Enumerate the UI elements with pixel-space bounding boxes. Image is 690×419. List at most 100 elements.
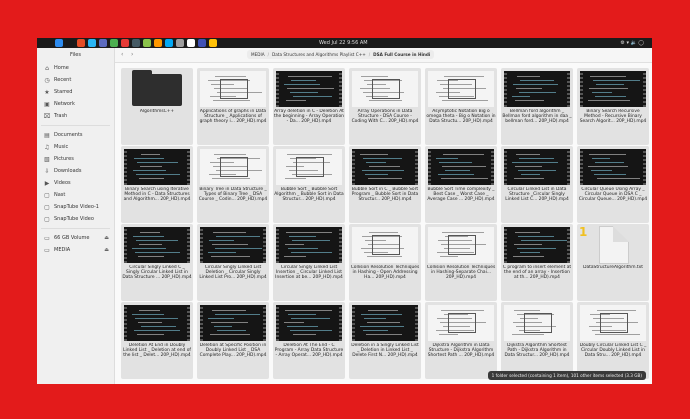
film-strip-edge <box>339 71 342 107</box>
video-file-item[interactable]: Deletion in a Singly Linked List _ Delet… <box>349 302 421 379</box>
dock-app-icon[interactable] <box>66 39 74 47</box>
film-strip-edge <box>263 305 266 341</box>
sidebar-item-home[interactable]: ⌂ Home <box>37 62 114 74</box>
sidebar-item-media[interactable]: ▭ MEDIA ⏏ <box>37 244 114 256</box>
thumbnail-line <box>360 326 404 327</box>
dock-app-icon[interactable] <box>187 39 195 47</box>
video-file-item[interactable]: Binary Search using Iterative Method in … <box>121 146 193 223</box>
sidebar-item-label: Music <box>54 144 69 150</box>
video-file-item[interactable]: Binary Search Recursive Method - Recursi… <box>577 68 649 145</box>
sidebar-item-pictures[interactable]: ▧ Pictures <box>37 153 114 165</box>
thumbnail-line <box>515 166 542 167</box>
back-button[interactable]: ‹ <box>121 51 123 58</box>
video-file-item[interactable]: Bubble Sort _ Bubble Sort Algorithm _ Bu… <box>273 146 345 223</box>
video-file-item[interactable]: Deletion at Specific Position in Doubly … <box>197 302 269 379</box>
video-thumbnail <box>352 227 418 263</box>
dock-app-icon[interactable] <box>143 39 151 47</box>
thumbnail-line <box>216 236 260 237</box>
video-file-item[interactable]: Asymptotic Notation Big o omega theta - … <box>425 68 497 145</box>
eject-icon[interactable]: ⏏ <box>104 235 109 241</box>
dock-app-icon[interactable] <box>77 39 85 47</box>
thumbnail-line <box>361 314 402 315</box>
sidebar-item-nast[interactable]: ▢ Nast <box>37 189 114 201</box>
desktop-screen: Wed Jul 22 9:56 AM ⚙ ▾ 🔉 ◯ Files ⌂ Home ◷ R… <box>37 38 652 384</box>
dock-app-icon[interactable] <box>154 39 162 47</box>
video-file-item[interactable]: Array Operations in Data Structure - DSA… <box>349 68 421 145</box>
forward-button[interactable]: › <box>131 51 133 58</box>
sidebar-item-videos[interactable]: ▶ Videos <box>37 177 114 189</box>
sidebar-item-66-gb-volume[interactable]: ▭ 66 GB Volume ⏏ <box>37 232 114 244</box>
video-thumbnail <box>276 305 342 341</box>
crumb-current[interactable]: DSA Full Course in Hindi <box>373 52 430 57</box>
video-file-item[interactable]: Binary Tree in Data Structure _ Types of… <box>197 146 269 223</box>
video-thumbnail <box>580 149 646 185</box>
sidebar-item-downloads[interactable]: ⇩ Downloads <box>37 165 114 177</box>
file-name: Deletion in a Singly Linked List _ Delet… <box>351 343 419 359</box>
video-file-item[interactable]: Deletion At The End - C Program - Array … <box>273 302 345 379</box>
folder-item[interactable]: AlgorithmsC++ <box>121 68 193 145</box>
system-tray[interactable]: ⚙ ▾ 🔉 ◯ <box>620 40 644 46</box>
video-file-item[interactable]: Dijkstra Algorithm Shortest Path - Dijks… <box>501 302 573 379</box>
dock-app-icon[interactable] <box>198 39 206 47</box>
video-file-item[interactable]: Bubble Sort Time complexity _ Best Case … <box>425 146 497 223</box>
thumbnail-line <box>291 318 330 319</box>
sidebar-icon: ▢ <box>44 215 50 223</box>
thumbnail-line <box>284 256 306 257</box>
video-file-item[interactable]: Bubble Sort in C _ Bubble Sort Program _… <box>349 146 421 223</box>
dock-app-icon[interactable] <box>99 39 107 47</box>
crumb-separator: / <box>267 52 270 57</box>
sidebar-item-recent[interactable]: ◷ Recent <box>37 74 114 86</box>
dock-app-icon[interactable] <box>55 39 63 47</box>
video-file-item[interactable]: Dijkstra Algorithm in Data Structure - D… <box>425 302 497 379</box>
text-file-item[interactable]: 1 DataStructureAlgorithm.txt <box>577 224 649 301</box>
thumbnail-line <box>365 174 388 175</box>
thumbnail-line <box>513 256 544 257</box>
dock-app-icon[interactable] <box>132 39 140 47</box>
file-name: Circular Singly Linked List Insertion _ … <box>275 265 343 281</box>
video-file-item[interactable]: Circular Linked List in Data Structure _… <box>501 146 573 223</box>
video-file-item[interactable]: C program to insert element at the end o… <box>501 224 573 301</box>
dock-app-icon[interactable] <box>121 39 129 47</box>
film-strip-edge <box>491 149 494 185</box>
thumbnail-line <box>516 88 542 89</box>
dock-app-icon[interactable] <box>110 39 118 47</box>
video-file-item[interactable]: Bellman ford algorithm _ Bellman ford al… <box>501 68 573 145</box>
video-file-item[interactable]: Circular Singly Linked C _ Singly Circul… <box>121 224 193 301</box>
sidebar-item-music[interactable]: ♫ Music <box>37 141 114 153</box>
clock[interactable]: Wed Jul 22 9:56 AM <box>319 40 368 46</box>
thumbnail-line <box>217 330 246 331</box>
video-thumbnail <box>276 71 342 107</box>
film-strip-edge <box>567 227 570 263</box>
eject-icon[interactable]: ⏏ <box>104 247 109 253</box>
video-file-item[interactable]: Circular Singly Linked List Deletion _ C… <box>197 224 269 301</box>
file-name: Circular Singly Linked List Deletion _ C… <box>199 265 267 281</box>
dock-app-icon[interactable] <box>88 39 96 47</box>
crumb-playlist[interactable]: Data Structures and Algorithms Playlist … <box>272 52 366 57</box>
sidebar-item-network[interactable]: ▣ Network <box>37 98 114 110</box>
sidebar-item-snaptube-video[interactable]: ▢ SnapTube Video <box>37 213 114 225</box>
sidebar-icon: ★ <box>44 88 50 96</box>
film-strip-edge <box>339 305 342 341</box>
video-file-item[interactable]: Circular Singly Linked List Insertion _ … <box>273 224 345 301</box>
dock-app-icon[interactable] <box>176 39 184 47</box>
video-file-item[interactable]: Collision Resolution Techniques in Hashi… <box>349 224 421 301</box>
sidebar-item-label: 66 GB Volume <box>54 235 90 241</box>
video-file-item[interactable]: Array deletion in C - Deletion At the be… <box>273 68 345 145</box>
crumb-media[interactable]: MEDIA <box>251 52 265 57</box>
sidebar-item-snaptube-video-1[interactable]: ▢ SnapTube Video-1 <box>37 201 114 213</box>
film-strip-edge <box>580 149 583 185</box>
video-file-item[interactable]: Circular Queue Using Array _ Circular Qu… <box>577 146 649 223</box>
video-file-item[interactable]: Deletion At End in Doubly Linked List _ … <box>121 302 193 379</box>
video-file-item[interactable]: Applications of graphs in Data Structure… <box>197 68 269 145</box>
dock-app-icon[interactable] <box>209 39 217 47</box>
sidebar-item-starred[interactable]: ★ Starred <box>37 86 114 98</box>
video-file-item[interactable]: Collision Resolution Techniques in Hashi… <box>425 224 497 301</box>
thumbnail-line <box>212 310 246 311</box>
sidebar-item-trash[interactable]: ⌧ Trash <box>37 110 114 122</box>
dock-app-icon[interactable] <box>165 39 173 47</box>
thumbnail-line <box>132 248 166 249</box>
file-name: Doubly Circular Linked List C _ Circular… <box>579 343 647 359</box>
video-file-item[interactable]: Doubly Circular Linked List C _ Circular… <box>577 302 649 379</box>
sidebar-item-documents[interactable]: ▤ Documents <box>37 129 114 141</box>
thumbnail-line <box>595 96 626 97</box>
